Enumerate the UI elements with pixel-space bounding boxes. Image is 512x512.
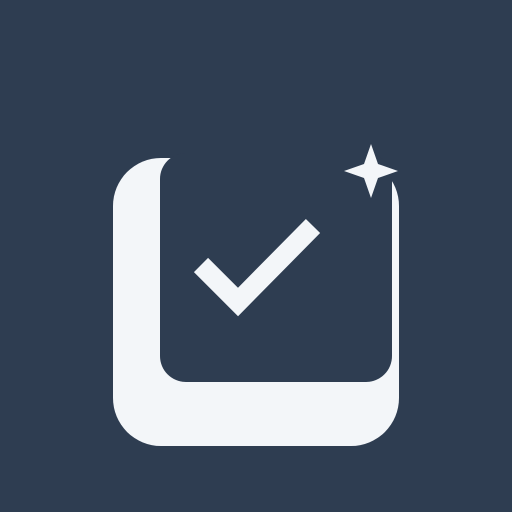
checkbox-checked-icon xyxy=(113,153,399,446)
app-icon-canvas xyxy=(0,0,512,512)
app-icon-svg xyxy=(0,0,512,512)
